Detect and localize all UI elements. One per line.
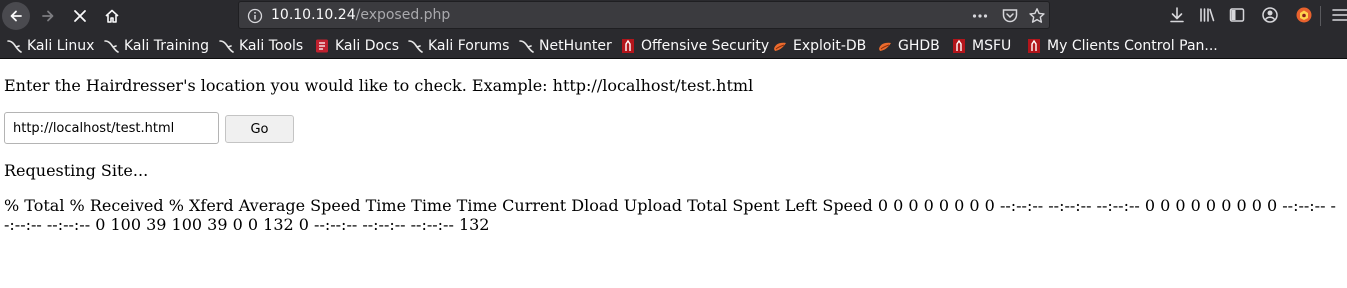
bookmark-label: Kali Training xyxy=(124,37,209,54)
home-icon xyxy=(105,9,119,23)
kali-docs-icon xyxy=(314,38,330,54)
pocket-icon[interactable] xyxy=(1001,7,1019,25)
offsec-icon xyxy=(620,38,636,54)
forward-arrow-icon xyxy=(42,10,54,22)
location-input[interactable] xyxy=(4,112,219,144)
offsec-icon xyxy=(1026,38,1042,54)
bookmark-label: Kali Linux xyxy=(27,37,95,54)
back-button[interactable] xyxy=(2,2,30,30)
download-icon[interactable] xyxy=(1167,5,1187,25)
close-icon xyxy=(74,10,86,22)
bookmark-kali-forums[interactable]: Kali Forums xyxy=(407,32,509,59)
kali-dragon-icon xyxy=(518,38,534,54)
url-bar[interactable]: 10.10.10.24/exposed.php xyxy=(238,1,1050,29)
offsec-icon xyxy=(951,38,967,54)
bookmark-label: NetHunter xyxy=(539,37,612,54)
library-icon[interactable] xyxy=(1197,5,1217,25)
bookmark-my-clients-control-panel[interactable]: My Clients Control Pan... xyxy=(1026,32,1218,59)
bookmark-kali-linux[interactable]: Kali Linux xyxy=(6,32,94,59)
bookmark-offensive-security[interactable]: Offensive Security xyxy=(620,32,769,59)
home-button[interactable] xyxy=(98,2,126,30)
bookmark-label: My Clients Control Pan... xyxy=(1047,37,1218,54)
kali-dragon-icon xyxy=(407,38,423,54)
bookmark-nethunter[interactable]: NetHunter xyxy=(518,32,612,59)
sidebar-icon[interactable] xyxy=(1227,5,1247,25)
kali-dragon-icon xyxy=(103,38,119,54)
status-text: Requesting Site... xyxy=(4,161,149,180)
page-actions-icon[interactable] xyxy=(971,7,989,25)
back-arrow-icon xyxy=(10,10,22,22)
location-prompt: Enter the Hairdresser's location you wou… xyxy=(4,76,754,95)
page-content: Enter the Hairdresser's location you wou… xyxy=(0,60,1347,288)
bookmark-label: Exploit-DB xyxy=(793,37,867,54)
account-icon[interactable] xyxy=(1260,5,1280,25)
browser-toolbar: 10.10.10.24/exposed.php xyxy=(0,0,1347,32)
bookmark-label: MSFU xyxy=(972,37,1012,54)
bookmark-ghdb[interactable]: GHDB xyxy=(877,32,940,59)
hamburger-menu-icon[interactable] xyxy=(1330,5,1347,25)
bookmark-label: GHDB xyxy=(898,37,940,54)
bookmarks-bar: Kali Linux Kali Training Kali Tools Kali… xyxy=(0,32,1347,59)
bookmark-label: Offensive Security xyxy=(641,37,770,54)
exploit-db-icon xyxy=(772,38,788,54)
forward-button[interactable] xyxy=(34,2,62,30)
bookmark-exploit-db[interactable]: Exploit-DB xyxy=(772,32,866,59)
bookmark-msfu[interactable]: MSFU xyxy=(951,32,1011,59)
kali-dragon-icon xyxy=(6,38,22,54)
bookmark-label: Kali Tools xyxy=(239,37,304,54)
bookmark-star-icon[interactable] xyxy=(1028,7,1046,25)
bookmark-kali-training[interactable]: Kali Training xyxy=(103,32,209,59)
extension-icon[interactable] xyxy=(1294,5,1314,25)
kali-dragon-icon xyxy=(218,38,234,54)
stop-button[interactable] xyxy=(66,2,94,30)
toolbar-separator xyxy=(1320,6,1321,26)
info-icon[interactable] xyxy=(247,8,263,28)
bookmark-label: Kali Forums xyxy=(428,37,510,54)
bookmark-kali-docs[interactable]: Kali Docs xyxy=(314,32,399,59)
url-text[interactable]: 10.10.10.24/exposed.php xyxy=(271,7,450,23)
url-host: 10.10.10.24 xyxy=(271,7,356,23)
curl-output: % Total % Received % Xferd Average Speed… xyxy=(4,196,1336,234)
bookmark-kali-tools[interactable]: Kali Tools xyxy=(218,32,303,59)
bookmark-label: Kali Docs xyxy=(335,37,400,54)
go-button[interactable]: Go xyxy=(225,115,294,143)
ghdb-icon xyxy=(877,38,893,54)
url-path: /exposed.php xyxy=(355,7,451,23)
